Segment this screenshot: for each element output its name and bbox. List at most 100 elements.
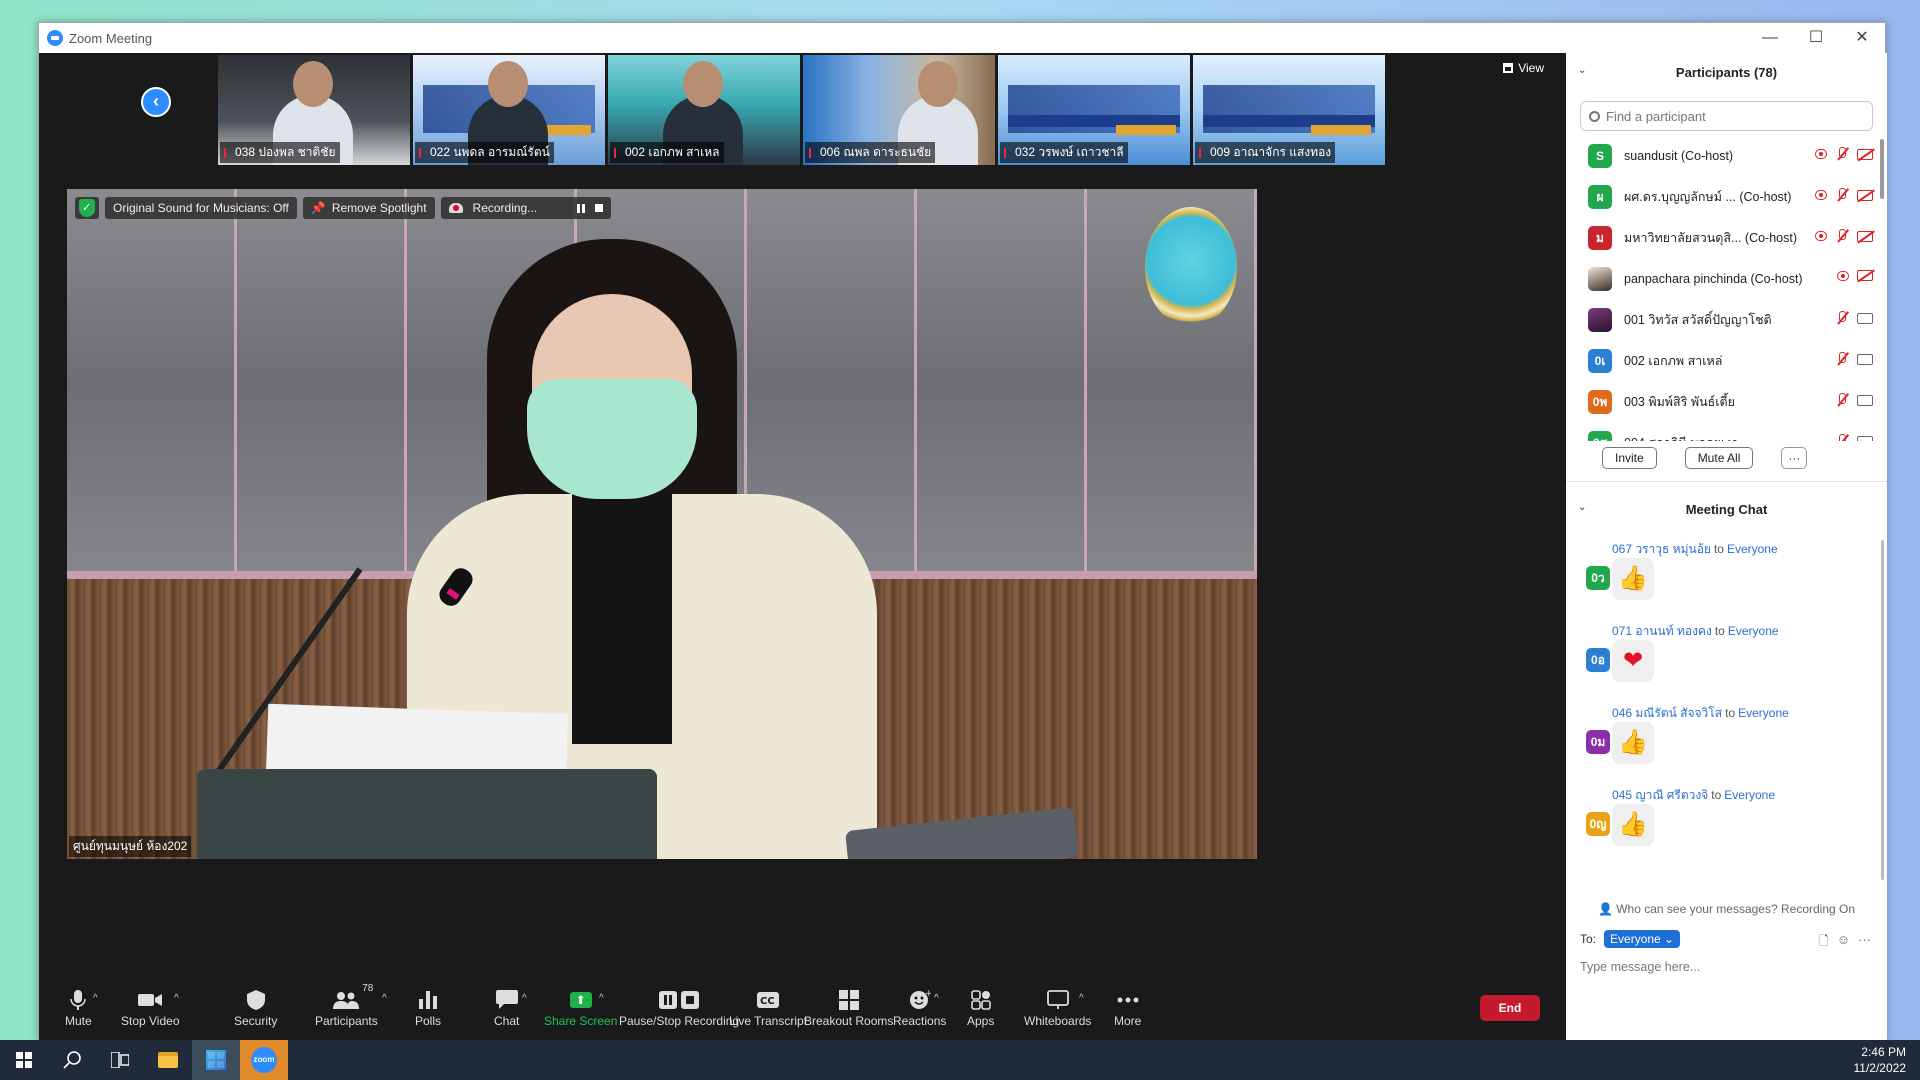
participant-count: 78 — [362, 983, 374, 994]
participant-row[interactable]: panpachara pinchinda (Co-host) — [1566, 258, 1887, 299]
participant-row[interactable]: 0พ 003 พิมพ์สิริ พันธ์เตี้ย — [1566, 381, 1887, 422]
reactions-options-caret[interactable]: ^ — [934, 993, 939, 1004]
muted-mic-icon — [1835, 434, 1849, 441]
participant-row[interactable]: S suandusit (Co-host) — [1566, 135, 1887, 176]
pause-recording-button[interactable] — [577, 203, 586, 213]
start-button[interactable] — [0, 1040, 48, 1080]
remove-spotlight-button[interactable]: 📌 Remove Spotlight — [302, 197, 435, 219]
participant-thumbnail[interactable]: 006 ณพล ดาระธนชัย — [803, 55, 995, 165]
avatar: 0พ — [1588, 389, 1612, 414]
participant-thumbnail[interactable]: 038 ปองพล ชาติชัย — [218, 55, 410, 165]
stop-recording-button[interactable] — [595, 204, 604, 212]
sender-name[interactable]: 046 มณีรัตน์ สัจจวิโส — [1612, 706, 1722, 720]
participant-row[interactable]: ม มหาวิทยาลัยสวนดุสิ... (Co-host) — [1566, 217, 1887, 258]
file-explorer-button[interactable] — [144, 1040, 192, 1080]
participant-row[interactable]: 001 วิทวัส สวัสดิ์ปัญญาโชติ — [1566, 299, 1887, 340]
recipient-name[interactable]: Everyone — [1724, 788, 1775, 802]
sender-name[interactable]: 045 ญาณี ศรีตวงจิ — [1612, 788, 1708, 802]
apps-button[interactable]: Apps — [967, 989, 994, 1028]
participant-thumbnail[interactable]: 022 นพดล อารมณ์รัตน์ — [413, 55, 605, 165]
chat-bubble-icon — [495, 989, 518, 1011]
collapse-participants-icon[interactable]: ⌄ — [1578, 65, 1586, 76]
thumbs-up-reaction[interactable]: 👍 — [1612, 804, 1654, 846]
participant-thumbnail[interactable]: 009 อาณาจักร แสงทอง — [1193, 55, 1385, 165]
whiteboards-options-caret[interactable]: ^ — [1079, 993, 1084, 1004]
system-clock[interactable]: 2:46 PM 11/2/2022 — [1854, 1044, 1907, 1076]
participant-thumbnail[interactable]: 032 วรพงษ์ เถาวชาลี — [998, 55, 1190, 165]
video-on-icon — [1857, 394, 1873, 406]
participants-options-caret[interactable]: ^ — [382, 993, 387, 1004]
close-button[interactable]: ✕ — [1839, 23, 1885, 53]
more-button[interactable]: More — [1114, 989, 1141, 1028]
avatar: 0อ — [1586, 648, 1610, 672]
folder-icon — [158, 1052, 178, 1068]
zoom-app-button[interactable]: zoom — [240, 1040, 288, 1080]
participant-more-button[interactable]: ··· — [1781, 447, 1808, 469]
recipient-name[interactable]: Everyone — [1738, 706, 1789, 720]
video-off-icon — [1857, 189, 1873, 201]
thumbs-up-reaction[interactable]: 👍 — [1612, 722, 1654, 764]
search-button[interactable] — [48, 1040, 96, 1080]
mute-button[interactable]: Mute — [65, 989, 92, 1028]
collapse-chat-icon[interactable]: ⌄ — [1578, 502, 1586, 513]
sender-name[interactable]: 067 วราวุธ หมุ่นอ้ย — [1612, 542, 1711, 556]
svg-text:CC: CC — [760, 996, 775, 1007]
participant-row[interactable]: 0เ 002 เอกภพ สาเหล่ — [1566, 340, 1887, 381]
chat-message: 046 มณีรัตน์ สัจจวิโส to Everyone 0ม 👍 — [1566, 704, 1887, 786]
polls-button[interactable]: Polls — [415, 989, 441, 1028]
participants-title: Participants (78) — [1675, 64, 1778, 80]
participant-row[interactable]: 0ส 004 สลาลินี พลอยเงา — [1566, 422, 1887, 441]
people-icon: 👤 — [1597, 902, 1617, 916]
pause-stop-recording-button[interactable]: Pause/Stop Recording — [619, 989, 739, 1028]
muted-mic-icon — [1004, 147, 1012, 158]
thumbs-up-reaction[interactable]: 👍 — [1612, 558, 1654, 600]
room-name-label: ศูนย์ทุนมนุษย์ ห้อง202 — [69, 836, 192, 857]
mute-all-button[interactable]: Mute All — [1684, 447, 1754, 469]
clock-date: 11/2/2022 — [1853, 1061, 1907, 1075]
thumbnail-name: 002 เอกภพ สาเหล — [610, 142, 724, 163]
maximize-button[interactable]: ☐ — [1793, 23, 1839, 53]
video-off-icon — [1857, 148, 1873, 160]
invite-button[interactable]: Invite — [1602, 447, 1657, 469]
live-transcript-button[interactable]: CC Live Transcript — [729, 989, 807, 1028]
spotlight-video: Original Sound for Musicians: Off 📌Remov… — [67, 189, 1257, 859]
participant-thumbnail[interactable]: 002 เอกภพ สาเหล — [608, 55, 800, 165]
video-camera-icon — [138, 989, 163, 1011]
breakout-rooms-button[interactable]: Breakout Rooms — [804, 989, 893, 1028]
chat-message-input[interactable]: Type message here... — [1566, 960, 1887, 974]
stop-video-button[interactable]: Stop Video — [121, 989, 180, 1028]
chat-more-icon[interactable]: ··· — [1858, 932, 1871, 954]
recipient-dropdown[interactable]: Everyone ⌄ — [1604, 930, 1681, 948]
recipient-name[interactable]: Everyone — [1727, 542, 1778, 556]
encryption-badge[interactable] — [75, 197, 99, 219]
audio-options-caret[interactable]: ^ — [93, 993, 98, 1004]
original-sound-button[interactable]: Original Sound for Musicians: Off — [105, 197, 297, 219]
message-visibility-note[interactable]: 👤 Who can see your messages? Recording O… — [1566, 902, 1887, 916]
thumbnail-name: 009 อาณาจักร แสงทอง — [1195, 142, 1336, 163]
chat-button[interactable]: Chat — [494, 989, 519, 1028]
video-options-caret[interactable]: ^ — [174, 993, 179, 1004]
view-button[interactable]: View — [1503, 61, 1544, 75]
task-view-button[interactable] — [96, 1040, 144, 1080]
video-area: ‹ › View 038 ปองพล ชาติชัย 022 นพดล อารม… — [39, 53, 1566, 1007]
share-screen-button[interactable]: ⬆ Share Screen — [544, 989, 617, 1028]
recording-indicator: Recording... — [440, 197, 612, 219]
participants-button[interactable]: 78 Participants — [315, 983, 378, 1028]
heart-reaction[interactable]: ❤ — [1612, 640, 1654, 682]
minimize-button[interactable]: — — [1747, 23, 1793, 53]
svg-text:+: + — [925, 990, 931, 999]
file-icon[interactable]: 🗋 — [1818, 932, 1828, 954]
recipient-name[interactable]: Everyone — [1728, 624, 1779, 638]
security-button[interactable]: Security — [234, 989, 277, 1028]
photos-app-button[interactable] — [192, 1040, 240, 1080]
chat-options-caret[interactable]: ^ — [522, 993, 527, 1004]
participant-search-input[interactable]: Find a participant — [1580, 101, 1873, 131]
recording-controls-icon — [659, 989, 700, 1011]
sender-name[interactable]: 071 อานนท์ ทองคง — [1612, 624, 1712, 638]
participant-row[interactable]: ผ ผศ.ดร.บุญญลักษม์ ... (Co-host) — [1566, 176, 1887, 217]
end-meeting-button[interactable]: End — [1480, 995, 1540, 1021]
previous-page-button[interactable]: ‹ — [141, 87, 171, 117]
share-options-caret[interactable]: ^ — [599, 993, 604, 1004]
emoji-icon: + — [909, 989, 931, 1011]
emoji-icon[interactable]: ☺ — [1837, 932, 1850, 954]
